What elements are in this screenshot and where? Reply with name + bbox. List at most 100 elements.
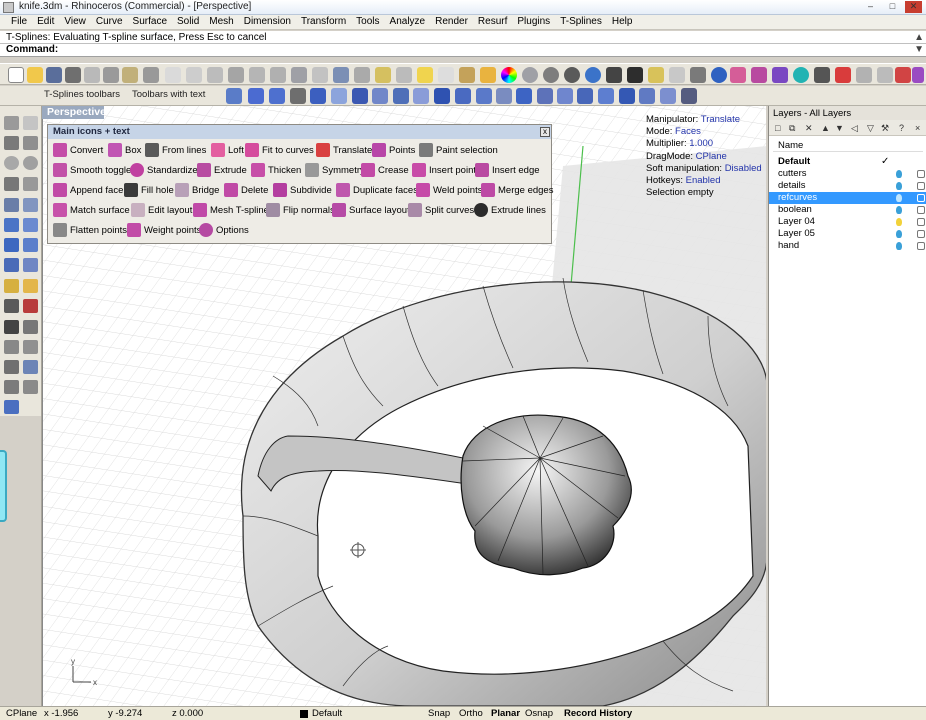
menu-tsplines[interactable]: T-Splines	[555, 15, 607, 29]
light-bulb-icon[interactable]	[896, 218, 902, 226]
edit-layout-button[interactable]: Edit layout	[131, 201, 192, 219]
menu-surface[interactable]: Surface	[128, 15, 172, 29]
layer-row-default[interactable]: Default ✓	[769, 156, 926, 168]
four-view-icon[interactable]	[333, 67, 349, 83]
light-bulb-icon[interactable]	[896, 170, 902, 178]
layer-row-cutters[interactable]: cutters	[769, 168, 926, 180]
cart-icon[interactable]	[895, 67, 911, 83]
solid-box-icon[interactable]	[4, 238, 19, 252]
mirror-icon[interactable]	[23, 380, 38, 394]
menu-render[interactable]: Render	[430, 15, 473, 29]
light-bulb-icon[interactable]	[896, 194, 902, 202]
tools-icon[interactable]	[690, 67, 706, 83]
zoom-extents-icon[interactable]	[249, 67, 265, 83]
menu-solid[interactable]: Solid	[172, 15, 204, 29]
analyze-surface-icon[interactable]	[4, 400, 19, 414]
polygon-icon[interactable]	[23, 177, 38, 191]
tspline-sphere-icon[interactable]	[793, 67, 809, 83]
record-history-toggle[interactable]: Record History	[564, 708, 632, 719]
flip-normals-button[interactable]: Flip normals	[266, 201, 335, 219]
gear-icon[interactable]	[814, 67, 830, 83]
rotate-view-icon[interactable]	[186, 67, 202, 83]
planar-toggle[interactable]: Planar	[491, 708, 520, 719]
move-down-icon[interactable]: ▼	[835, 123, 845, 133]
tspline-box-icon[interactable]	[226, 88, 242, 104]
layers-column-header[interactable]: Name	[773, 138, 923, 152]
tspline-toggle-icon[interactable]	[413, 88, 429, 104]
layer-row-refcurves[interactable]: refcurves	[769, 192, 926, 204]
menu-plugins[interactable]: Plugins	[512, 15, 555, 29]
grid-icon[interactable]	[312, 67, 328, 83]
menu-mesh[interactable]: Mesh	[204, 15, 238, 29]
light-bulb-icon[interactable]	[896, 230, 902, 238]
polyline-icon[interactable]	[4, 136, 19, 150]
menu-resurf[interactable]: Resurf	[473, 15, 512, 29]
menu-curve[interactable]: Curve	[91, 15, 128, 29]
new-sublayer-icon[interactable]: ⧉	[789, 123, 799, 133]
merge-edges-button[interactable]: Merge edges	[481, 181, 553, 199]
loft-surface-icon[interactable]	[23, 218, 38, 232]
cplane-label[interactable]: CPlane	[6, 708, 37, 719]
knob-surface[interactable]	[460, 414, 632, 576]
unlock-icon[interactable]	[917, 206, 925, 214]
help-icon[interactable]	[711, 67, 727, 83]
help-icon[interactable]: ?	[899, 123, 909, 133]
standardize-button[interactable]: Standardize	[130, 161, 198, 179]
circle-icon[interactable]	[4, 156, 19, 170]
unlock-icon[interactable]	[917, 170, 925, 178]
translate-button[interactable]: Translate	[316, 141, 372, 159]
match-surface-button[interactable]: Match surface	[53, 201, 130, 219]
tspline-flatten-icon[interactable]	[639, 88, 655, 104]
ortho-toggle[interactable]: Ortho	[459, 708, 483, 719]
paste-icon[interactable]	[122, 67, 138, 83]
menu-edit[interactable]: Edit	[32, 15, 59, 29]
light-bulb-icon[interactable]	[896, 242, 902, 250]
light-icon[interactable]	[417, 67, 433, 83]
layer-color-swatch[interactable]	[300, 710, 308, 718]
tspline-cone-icon[interactable]	[290, 88, 306, 104]
tspline-plane2-icon[interactable]	[331, 88, 347, 104]
array-icon[interactable]	[4, 380, 19, 394]
scroll-down-icon[interactable]: ▼	[914, 44, 924, 55]
tspline-delete-icon[interactable]	[516, 88, 532, 104]
split-curves-button[interactable]: Split curves	[408, 201, 474, 219]
undo-icon[interactable]	[143, 67, 159, 83]
move-icon[interactable]	[4, 340, 19, 354]
rendered-icon[interactable]	[564, 67, 580, 83]
render-icon[interactable]	[585, 67, 601, 83]
copy-icon[interactable]	[103, 67, 119, 83]
lock-icon[interactable]	[438, 67, 454, 83]
tspline-extrude-icon[interactable]	[557, 88, 573, 104]
cut-icon[interactable]	[84, 67, 100, 83]
smooth-toggle-button[interactable]: Smooth toggle	[53, 161, 131, 179]
fill-hole-button[interactable]: Fill hole	[124, 181, 174, 199]
convert-button[interactable]: Convert	[53, 141, 103, 159]
minimize-button[interactable]: –	[862, 1, 879, 13]
filter-icon[interactable]: ▽	[867, 123, 877, 133]
light-bulb-icon[interactable]	[896, 206, 902, 214]
tspline-smooth-icon[interactable]	[393, 88, 409, 104]
floating-toolbar-close-button[interactable]: x	[540, 127, 550, 137]
layer-row-layer-04[interactable]: Layer 04	[769, 216, 926, 228]
offset-curve-icon[interactable]	[23, 198, 38, 212]
extrude-lines-button[interactable]: Extrude lines	[474, 201, 546, 219]
tspline-grid-icon[interactable]	[877, 67, 893, 83]
command-prompt[interactable]: Command: ▼	[0, 44, 926, 57]
zoom-window-icon[interactable]	[228, 67, 244, 83]
tspline-extra-icon[interactable]	[912, 67, 924, 83]
floating-toolbar-title-bar[interactable]: Main icons + text x	[48, 125, 551, 139]
text-icon[interactable]	[23, 279, 38, 293]
unlock-icon[interactable]	[917, 182, 925, 190]
tspline-surface-icon[interactable]	[751, 67, 767, 83]
tspline-subdivide-icon[interactable]	[537, 88, 553, 104]
tspline-weld-icon[interactable]	[476, 88, 492, 104]
boolean-union-icon[interactable]	[4, 299, 19, 313]
sphere-icon[interactable]	[23, 238, 38, 252]
copy-object-icon[interactable]	[23, 340, 38, 354]
tspline-mirror-icon[interactable]	[835, 67, 851, 83]
tspline-cylinder-icon[interactable]	[248, 88, 264, 104]
delete-layer-icon[interactable]: ✕	[805, 123, 815, 133]
light-bulb-icon[interactable]	[896, 182, 902, 190]
fillet-curve-icon[interactable]	[4, 198, 19, 212]
scale-icon[interactable]	[23, 360, 38, 374]
